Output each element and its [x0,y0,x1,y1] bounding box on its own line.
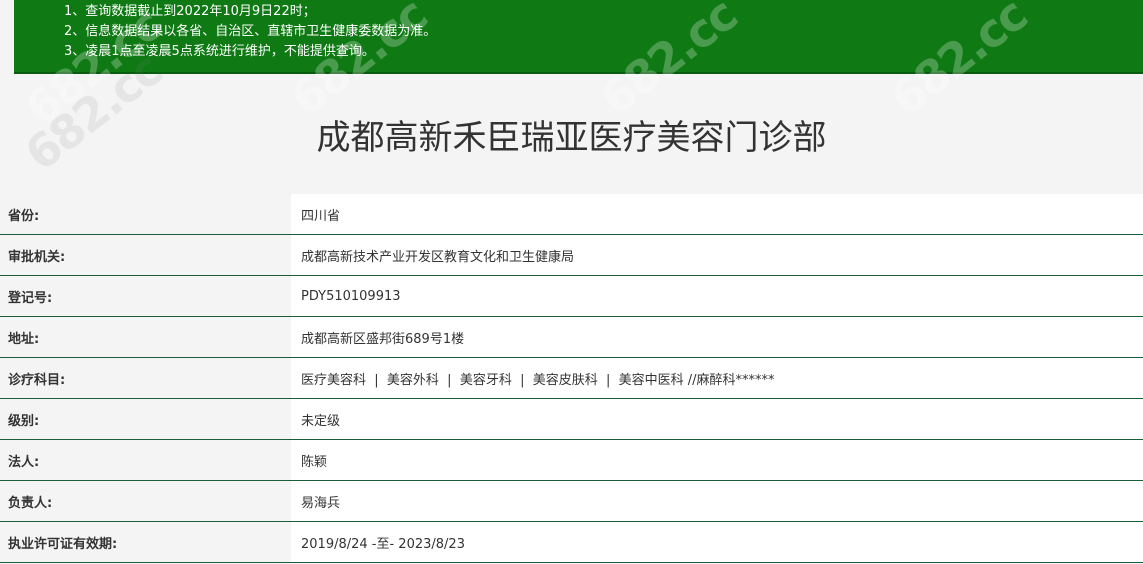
row-value-level: 未定级 [291,399,1143,439]
table-row: 地址: 成都高新区盛邦街689号1楼 [0,317,1143,358]
table-row: 诊疗科目: 医疗美容科 | 美容外科 | 美容牙科 | 美容皮肤科 | 美容中医… [0,358,1143,399]
row-label-address: 地址: [0,317,291,357]
table-row: 负责人: 易海兵 [0,481,1143,522]
row-label-approval-authority: 审批机关: [0,235,291,275]
row-label-level: 级别: [0,399,291,439]
row-value-legal-person: 陈颖 [291,440,1143,480]
row-label-person-in-charge: 负责人: [0,481,291,521]
row-value-departments: 医疗美容科 | 美容外科 | 美容牙科 | 美容皮肤科 | 美容中医科 //麻醉… [291,358,1143,398]
table-row: 审批机关: 成都高新技术产业开发区教育文化和卫生健康局 [0,235,1143,276]
table-row: 登记号: PDY510109913 [0,276,1143,317]
page-title: 成都高新禾臣瑞亚医疗美容门诊部 [316,118,827,158]
row-value-province: 四川省 [291,194,1143,234]
table-row: 法人: 陈颖 [0,440,1143,481]
table-row: 执业许可证有效期: 2019/8/24 -至- 2023/8/23 [0,522,1143,563]
row-value-registration-number: PDY510109913 [291,276,1143,316]
notice-line-2: 2、信息数据结果以各省、自治区、直辖市卫生健康委数据为准。 [64,24,437,39]
table-row: 级别: 未定级 [0,399,1143,440]
row-value-address: 成都高新区盛邦街689号1楼 [291,317,1143,357]
row-value-person-in-charge: 易海兵 [291,481,1143,521]
left-margin [0,0,14,74]
row-label-legal-person: 法人: [0,440,291,480]
row-label-departments: 诊疗科目: [0,358,291,398]
row-label-province: 省份: [0,194,291,234]
notice-line-3: 3、凌晨1点至凌晨5点系统进行维护，不能提供查询。 [64,44,375,59]
table-row: 省份: 四川省 [0,194,1143,235]
row-value-license-validity: 2019/8/24 -至- 2023/8/23 [291,522,1143,562]
page: 1、查询数据截止到2022年10月9日22时； 2、信息数据结果以各省、自治区、… [0,0,1143,564]
row-value-approval-authority: 成都高新技术产业开发区教育文化和卫生健康局 [291,235,1143,275]
row-label-license-validity: 执业许可证有效期: [0,522,291,562]
row-label-registration-number: 登记号: [0,276,291,316]
info-table: 省份: 四川省 审批机关: 成都高新技术产业开发区教育文化和卫生健康局 登记号:… [0,194,1143,563]
notice-banner: 1、查询数据截止到2022年10月9日22时； 2、信息数据结果以各省、自治区、… [14,0,1143,74]
notice-line-1: 1、查询数据截止到2022年10月9日22时； [64,4,316,19]
